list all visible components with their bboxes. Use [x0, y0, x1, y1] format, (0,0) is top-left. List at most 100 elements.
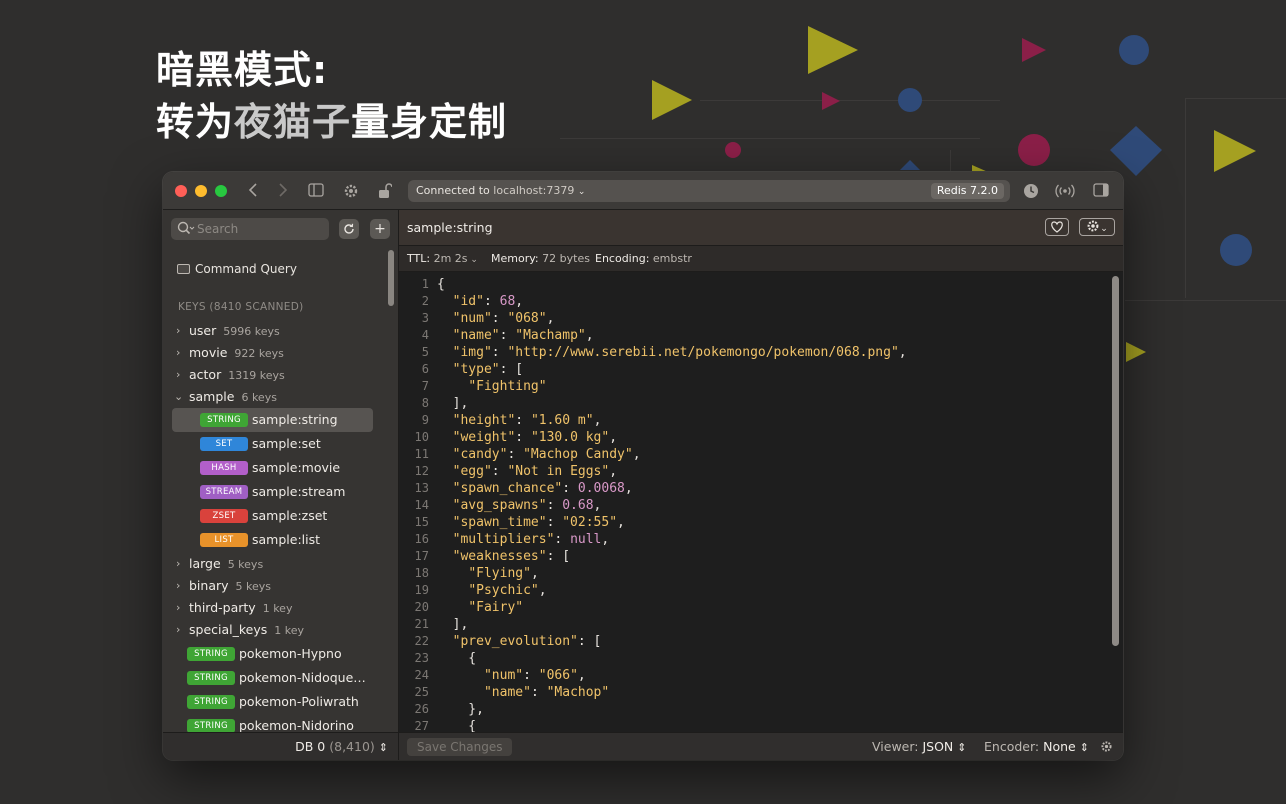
- line-number: 5: [421, 345, 429, 359]
- line-number: 11: [414, 447, 429, 461]
- encoder-selector[interactable]: Encoder: None ⇕: [984, 733, 1089, 760]
- code-token: {: [437, 277, 445, 292]
- ttl-control[interactable]: TTL: 2m 2s ⌄: [407, 246, 478, 273]
- hero-line-2-prefix: 转为: [156, 100, 235, 144]
- heart-icon: [1051, 221, 1063, 233]
- tree-group-actor[interactable]: › actor 1319 keys: [163, 364, 393, 386]
- inspector-toggle-icon[interactable]: [1091, 181, 1111, 201]
- tree-group-special-keys[interactable]: › special_keys 1 key: [163, 619, 393, 641]
- forward-icon[interactable]: [273, 181, 293, 201]
- key-name: sample:stream: [252, 484, 346, 499]
- code-token: :: [507, 447, 524, 462]
- json-editor[interactable]: 1 2 3 4 5 6 7 8 9 10 11 12 13 14 15 16 17 18 19 20 21 22 23 24 2…: [399, 272, 1123, 732]
- group-count: 922 keys: [234, 347, 284, 360]
- group-name: third-party: [189, 600, 256, 615]
- favorite-button[interactable]: [1045, 218, 1069, 236]
- history-clock-icon[interactable]: [1021, 181, 1041, 201]
- code-token: "num": [452, 311, 492, 326]
- code-line: ],: [437, 395, 907, 412]
- group-count: 5 keys: [235, 580, 272, 593]
- editor-footer: Save Changes Viewer: JSON ⇕ Encoder: Non…: [399, 732, 1123, 760]
- key-name: pokemon-Poliwrath: [239, 694, 359, 709]
- hero-headline: 暗黑模式: 转为夜猫子量身定制: [156, 44, 507, 148]
- code-token: "img": [452, 345, 492, 360]
- add-key-button[interactable]: +: [370, 219, 390, 239]
- database-selector[interactable]: DB 0 (8,410) ⇕: [295, 733, 388, 760]
- key-row-sample-string[interactable]: STRING sample:string: [172, 408, 373, 432]
- code-line: "name": "Machamp",: [437, 327, 907, 344]
- code-token: ,: [624, 481, 633, 496]
- command-query-label: Command Query: [195, 262, 297, 276]
- key-row-pokemon-nidoqueen[interactable]: STRING pokemon-Nidoque…: [163, 666, 378, 690]
- tree-group-large[interactable]: › large 5 keys: [163, 553, 393, 575]
- pubsub-broadcast-icon[interactable]: [1055, 181, 1075, 201]
- save-changes-button[interactable]: Save Changes: [407, 738, 513, 756]
- viewer-selector[interactable]: Viewer: JSON ⇕: [872, 733, 966, 760]
- key-row-sample-movie[interactable]: HASH sample:movie: [172, 456, 373, 480]
- key-row-pokemon-poliwrath[interactable]: STRING pokemon-Poliwrath: [163, 690, 378, 714]
- search-icon: [177, 221, 195, 235]
- code-line: "multipliers": null,: [437, 531, 907, 548]
- code-token: null: [570, 532, 602, 547]
- tree-group-user[interactable]: › user 5996 keys: [163, 320, 393, 342]
- tree-group-third-party[interactable]: › third-party 1 key: [163, 597, 393, 619]
- back-icon[interactable]: [243, 181, 263, 201]
- db-name: DB 0: [295, 739, 326, 754]
- code-line: "img": "http://www.serebii.net/pokemongo…: [437, 344, 907, 361]
- chevron-down-icon: ⌄: [174, 390, 184, 403]
- chevron-right-icon: ›: [176, 324, 181, 337]
- group-name: user: [189, 323, 217, 338]
- minimize-window-button[interactable]: [195, 185, 207, 197]
- tree-group-binary[interactable]: › binary 5 keys: [163, 575, 393, 597]
- group-count: 1319 keys: [228, 369, 285, 382]
- code-line: ],: [437, 616, 907, 633]
- code-token: {: [437, 651, 477, 666]
- memory-label: Memory:: [491, 252, 539, 265]
- line-number: 17: [414, 549, 429, 563]
- keys-section-header: KEYS (8410 SCANNED): [178, 301, 304, 313]
- code-token: ,: [585, 328, 594, 343]
- search-input[interactable]: [197, 221, 323, 237]
- key-row-sample-stream[interactable]: STREAM sample:stream: [172, 480, 373, 504]
- sidebar-toggle-icon[interactable]: [306, 181, 326, 201]
- key-name: pokemon-Hypno: [239, 646, 342, 661]
- memory-value: 72 bytes: [542, 252, 590, 265]
- close-window-button[interactable]: [175, 185, 187, 197]
- group-name: special_keys: [189, 622, 268, 637]
- key-header: sample:string ⌄: [399, 210, 1123, 246]
- unlock-icon[interactable]: [375, 181, 395, 201]
- code-line: "avg_spawns": 0.68,: [437, 497, 907, 514]
- code-token: "Fighting": [468, 379, 547, 394]
- key-row-sample-zset[interactable]: ZSET sample:zset: [172, 504, 373, 528]
- key-row-sample-set[interactable]: SET sample:set: [172, 432, 373, 456]
- line-number: 2: [421, 294, 429, 308]
- refresh-button[interactable]: [339, 219, 359, 239]
- code-token: "candy": [452, 447, 508, 462]
- encoding-info: Encoding: embstr: [595, 246, 692, 272]
- chevron-right-icon: ›: [176, 623, 181, 636]
- command-query-item[interactable]: Command Query: [177, 262, 297, 276]
- type-badge: LIST: [200, 533, 248, 547]
- code-token: "Fairy": [468, 600, 524, 615]
- code-token: },: [437, 702, 484, 717]
- line-number: 23: [414, 651, 429, 665]
- editor-scrollbar[interactable]: [1112, 276, 1119, 646]
- tree-group-sample[interactable]: ⌄ sample 6 keys: [163, 386, 393, 408]
- key-row-pokemon-hypno[interactable]: STRING pokemon-Hypno: [163, 642, 378, 666]
- search-box[interactable]: [171, 218, 329, 240]
- zoom-window-button[interactable]: [215, 185, 227, 197]
- app-window: Connected to localhost:7379 ⌄ Redis 7.2.…: [163, 172, 1123, 760]
- connection-selector[interactable]: Connected to localhost:7379 ⌄ Redis 7.2.…: [408, 180, 1010, 202]
- key-row-sample-list[interactable]: LIST sample:list: [172, 528, 373, 552]
- tree-group-movie[interactable]: › movie 922 keys: [163, 342, 393, 364]
- code-line: "name": "Machop": [437, 684, 907, 701]
- key-actions-menu-button[interactable]: ⌄: [1079, 218, 1115, 236]
- up-down-chevron-icon: ⇕: [957, 741, 967, 754]
- settings-gear-icon[interactable]: [341, 181, 361, 201]
- plus-icon: +: [374, 221, 386, 237]
- group-count: 1 key: [262, 602, 293, 615]
- sidebar-scrollbar[interactable]: [388, 250, 394, 306]
- footer-settings-button[interactable]: [1100, 740, 1113, 753]
